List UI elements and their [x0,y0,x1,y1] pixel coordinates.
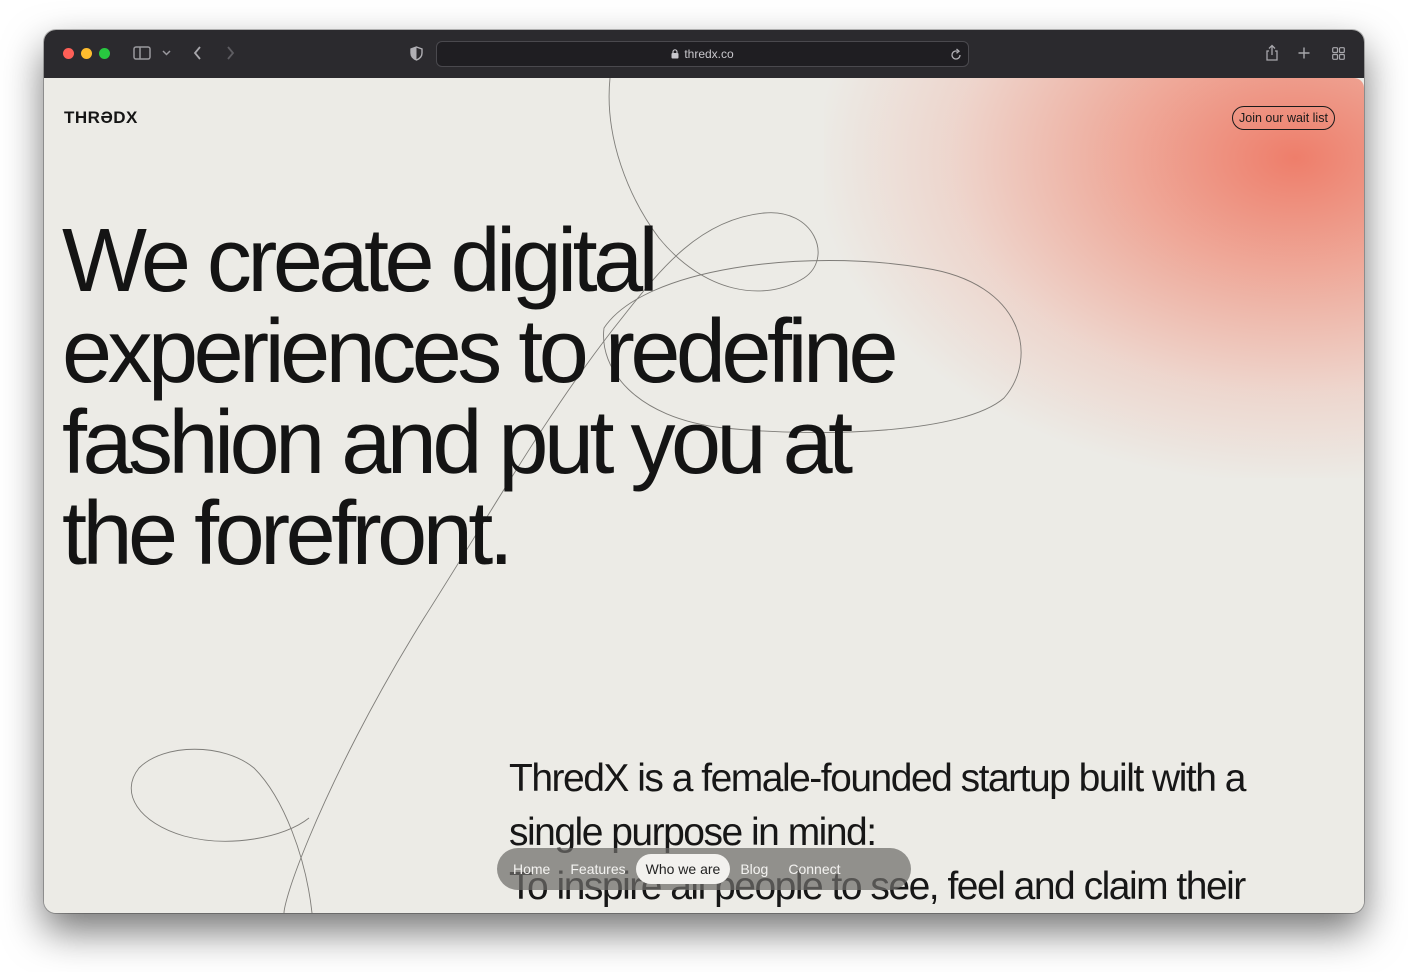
nav-who-we-are[interactable]: Who we are [635,854,731,884]
url-display[interactable]: thredx.co [437,42,968,66]
paragraph-line: ThredX is a female-founded startup built… [509,757,1246,800]
url-text: thredx.co [684,47,734,61]
web-page: THRƏDX Join our wait list We create digi… [44,78,1364,913]
nav-blog[interactable]: Blog [730,854,778,884]
address-bar[interactable]: thredx.co [436,41,969,67]
nav-features[interactable]: Features [560,854,635,884]
nav-connect[interactable]: Connect [778,854,850,884]
minimize-window-button[interactable] [81,48,92,59]
chevron-down-icon[interactable] [161,47,171,59]
close-window-button[interactable] [63,48,74,59]
site-logo[interactable]: THRƏDX [64,108,138,128]
shield-icon[interactable] [408,45,424,62]
headline-line: the forefront. [62,484,514,584]
back-icon[interactable] [191,45,203,61]
join-waitlist-button[interactable]: Join our wait list [1232,106,1335,130]
lock-icon [671,43,679,67]
hero-headline: We create digital experiences to redefin… [62,216,1062,580]
browser-titlebar: thredx.co [44,30,1364,78]
browser-window: thredx.co THRƏDX Join our wait list We c… [44,30,1364,913]
headline-line: We create digital [62,211,659,311]
floating-nav: Home Features Who we are Blog Connect [497,848,911,890]
new-tab-icon[interactable] [1297,46,1311,60]
nav-home[interactable]: Home [503,854,560,884]
forward-icon[interactable] [224,45,236,61]
share-icon[interactable] [1264,43,1280,63]
sidebar-icon[interactable] [133,45,151,61]
zoom-window-button[interactable] [99,48,110,59]
reload-icon[interactable] [949,47,963,61]
tab-overview-icon[interactable] [1331,46,1345,60]
headline-line: experiences to redefine [62,302,899,402]
headline-line: fashion and put you at [62,393,853,493]
